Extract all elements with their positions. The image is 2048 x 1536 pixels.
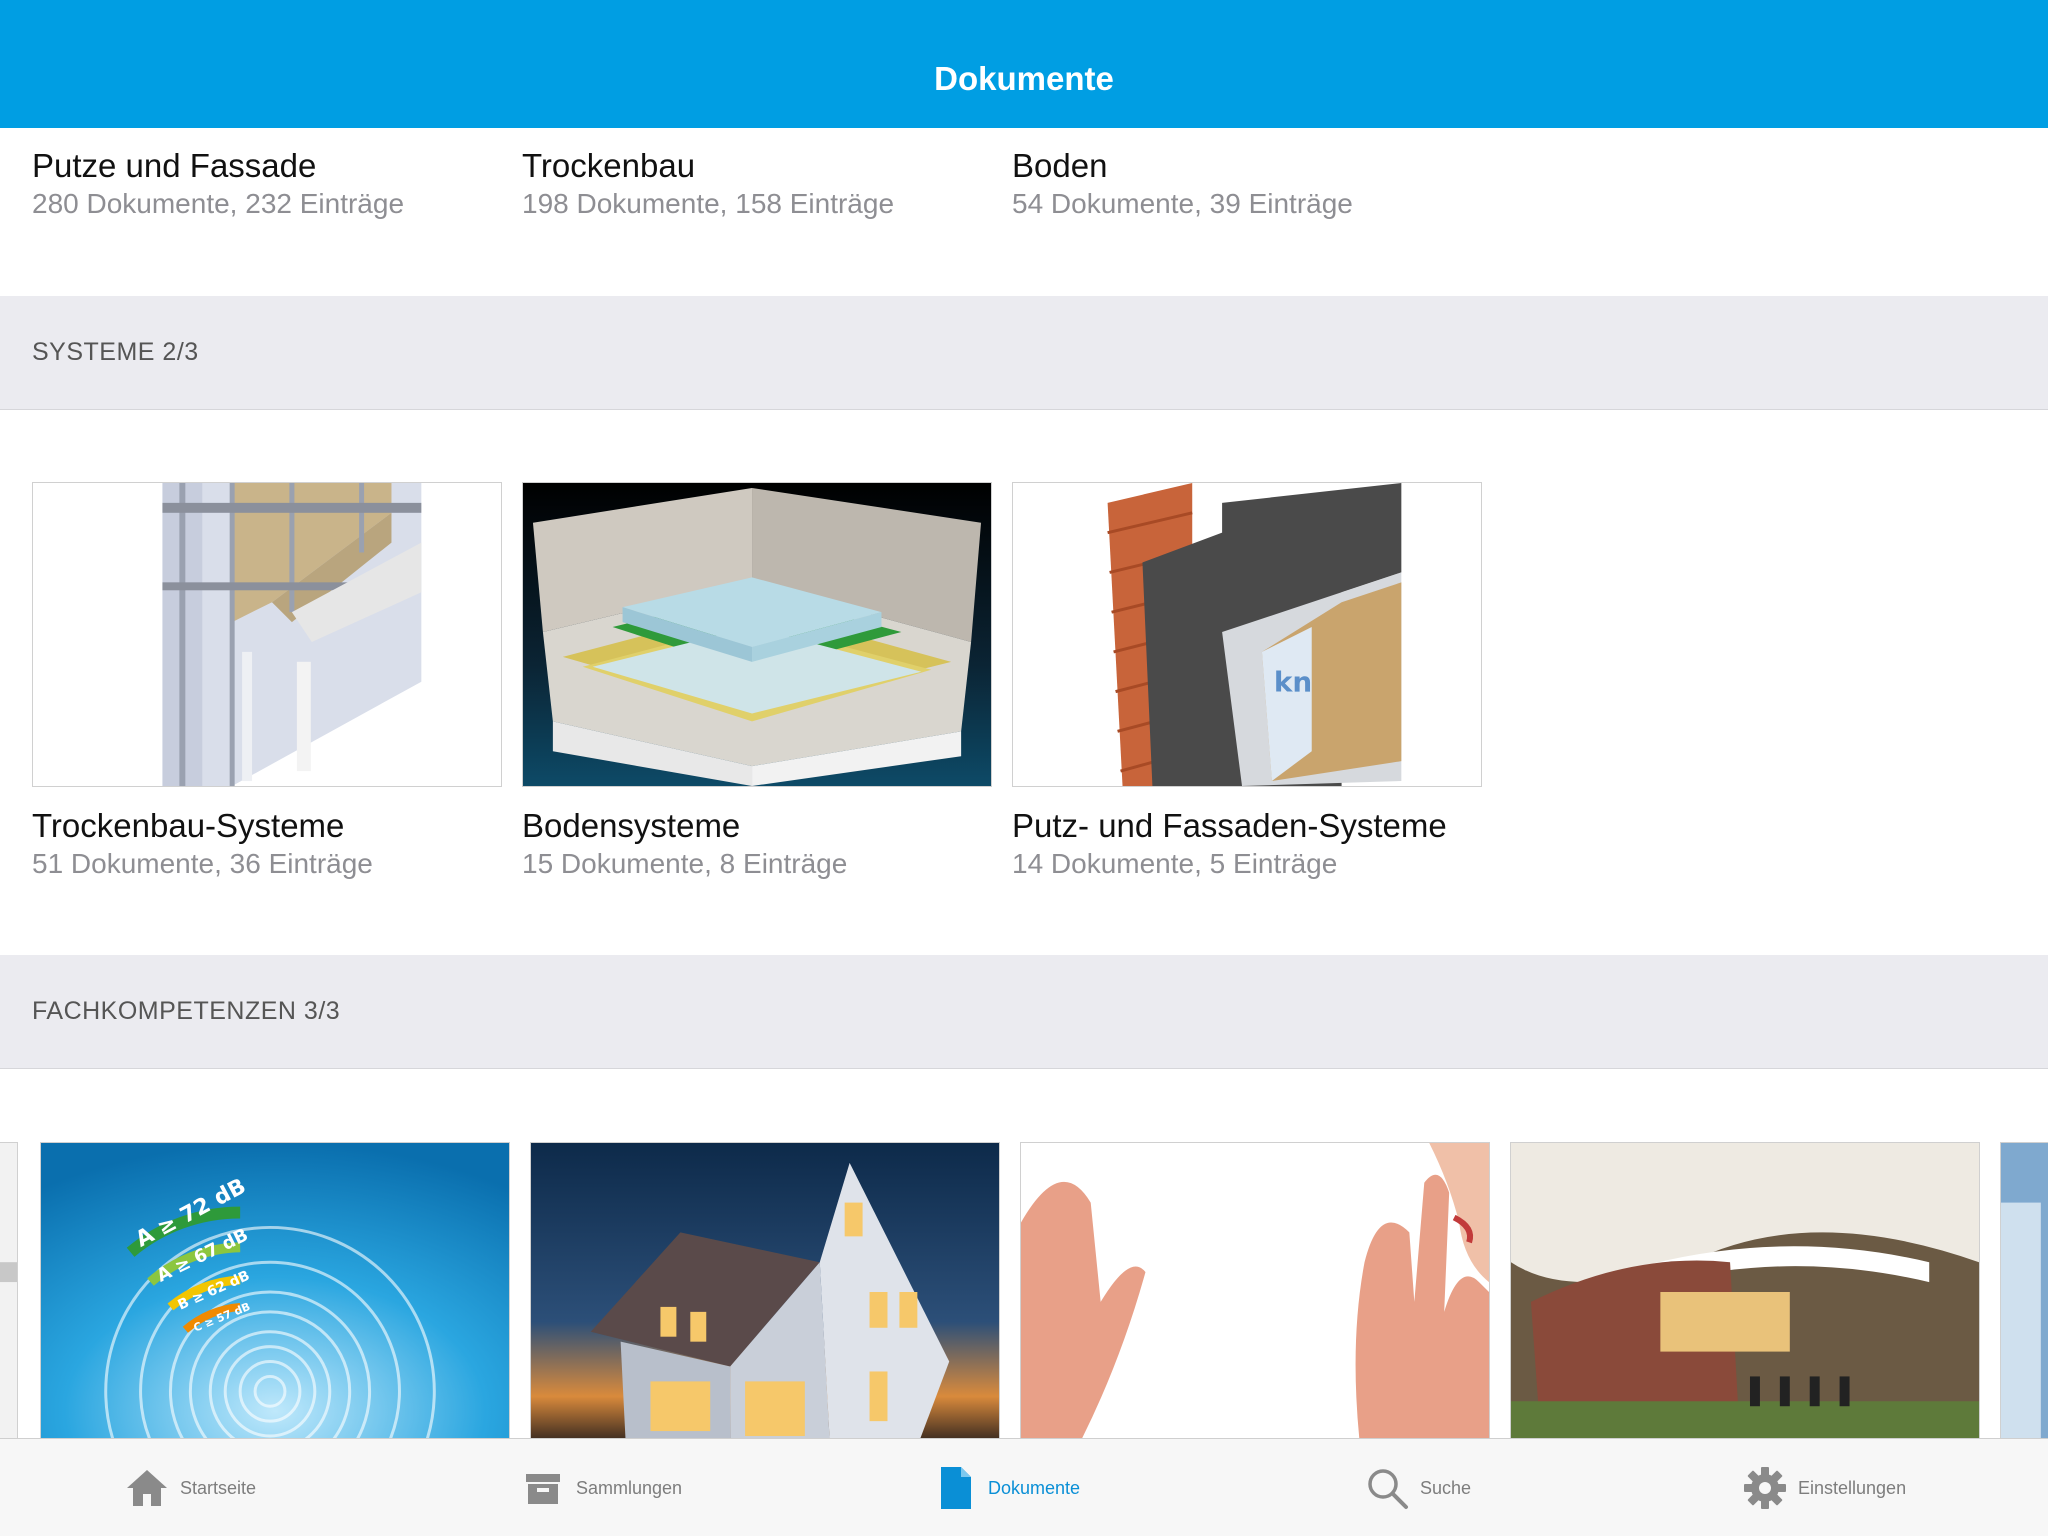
top-categories: Putze und Fassade 280 Dokumente, 232 Ein… bbox=[0, 128, 2048, 296]
card-image-partial-right[interactable] bbox=[2000, 1142, 2048, 1438]
card-image-whisper[interactable] bbox=[1020, 1142, 1490, 1438]
card-text: Trockenbau-Systeme 51 Dokumente, 36 Eint… bbox=[32, 806, 502, 882]
tab-label: Einstellungen bbox=[1798, 1477, 1907, 1498]
page-title: Dokumente bbox=[934, 60, 1114, 97]
document-icon bbox=[932, 1465, 978, 1511]
card-subtitle: 51 Dokumente, 36 Einträge bbox=[32, 848, 373, 879]
card-subtitle: 14 Dokumente, 5 Einträge bbox=[1012, 848, 1338, 879]
card-image-house[interactable] bbox=[530, 1142, 1000, 1438]
category-subtitle: 198 Dokumente, 158 Einträge bbox=[522, 188, 895, 219]
archive-box-icon bbox=[520, 1465, 566, 1511]
card-image-partial-left[interactable] bbox=[0, 1142, 18, 1438]
magnifier-icon bbox=[1364, 1465, 1410, 1511]
category-title: Trockenbau bbox=[522, 147, 696, 184]
card-title: Bodensysteme bbox=[522, 807, 741, 844]
category-trockenbau[interactable]: Trockenbau 198 Dokumente, 158 Einträge bbox=[522, 146, 992, 222]
category-boden[interactable]: Boden 54 Dokumente, 39 Einträge bbox=[1012, 146, 1482, 222]
card-image-sound-insulation[interactable]: A ≥ 72 dB A ≥ 67 dB B ≥ 62 dB C ≥ 57 dB bbox=[40, 1142, 510, 1438]
tab-einstellungen[interactable]: Einstellungen bbox=[1742, 1439, 1906, 1536]
tab-label: Suche bbox=[1420, 1477, 1472, 1498]
card-title: Trockenbau-Systeme bbox=[32, 807, 345, 844]
fachkompetenzen-carousel[interactable]: A ≥ 72 dB A ≥ 67 dB B ≥ 62 dB C ≥ 57 dB bbox=[0, 1070, 2048, 1438]
category-subtitle: 280 Dokumente, 232 Einträge bbox=[32, 188, 405, 219]
svg-text:kn: kn bbox=[1274, 666, 1312, 699]
navigation-bar: Dokumente bbox=[0, 0, 2048, 128]
card-image-drywall bbox=[32, 482, 502, 787]
card-image-facade: kn bbox=[1012, 482, 1482, 787]
section-header-label: FACHKOMPETENZEN 3/3 bbox=[32, 997, 341, 1025]
category-subtitle: 54 Dokumente, 39 Einträge bbox=[1012, 188, 1353, 219]
tab-label: Startseite bbox=[180, 1477, 257, 1498]
card-subtitle: 15 Dokumente, 8 Einträge bbox=[522, 848, 848, 879]
category-title: Boden bbox=[1012, 147, 1108, 184]
tab-suche[interactable]: Suche bbox=[1364, 1439, 1471, 1536]
card-text: Putz- und Fassaden-Systeme 14 Dokumente,… bbox=[1012, 806, 1482, 882]
tab-startseite[interactable]: Startseite bbox=[124, 1439, 256, 1536]
category-putze-und-fassade[interactable]: Putze und Fassade 280 Dokumente, 232 Ein… bbox=[32, 146, 502, 222]
tab-dokumente[interactable]: Dokumente bbox=[932, 1439, 1080, 1536]
section-header-fachkompetenzen: FACHKOMPETENZEN 3/3 bbox=[0, 955, 2048, 1069]
card-image-interior[interactable] bbox=[1510, 1142, 1980, 1438]
section-header-systeme: SYSTEME 2/3 bbox=[0, 296, 2048, 410]
tab-bar: Startseite Sammlungen Dokumente Suche Ei… bbox=[0, 1438, 2048, 1536]
tab-label: Dokumente bbox=[988, 1477, 1081, 1498]
house-icon bbox=[124, 1465, 170, 1511]
gear-icon bbox=[1742, 1465, 1788, 1511]
section-header-label: SYSTEME 2/3 bbox=[32, 338, 199, 366]
card-image-floor-system bbox=[522, 482, 992, 787]
card-text: Bodensysteme 15 Dokumente, 8 Einträge bbox=[522, 806, 992, 882]
tab-label: Sammlungen bbox=[576, 1477, 683, 1498]
tab-sammlungen[interactable]: Sammlungen bbox=[520, 1439, 682, 1536]
category-title: Putze und Fassade bbox=[32, 147, 317, 184]
card-title: Putz- und Fassaden-Systeme bbox=[1012, 807, 1447, 844]
